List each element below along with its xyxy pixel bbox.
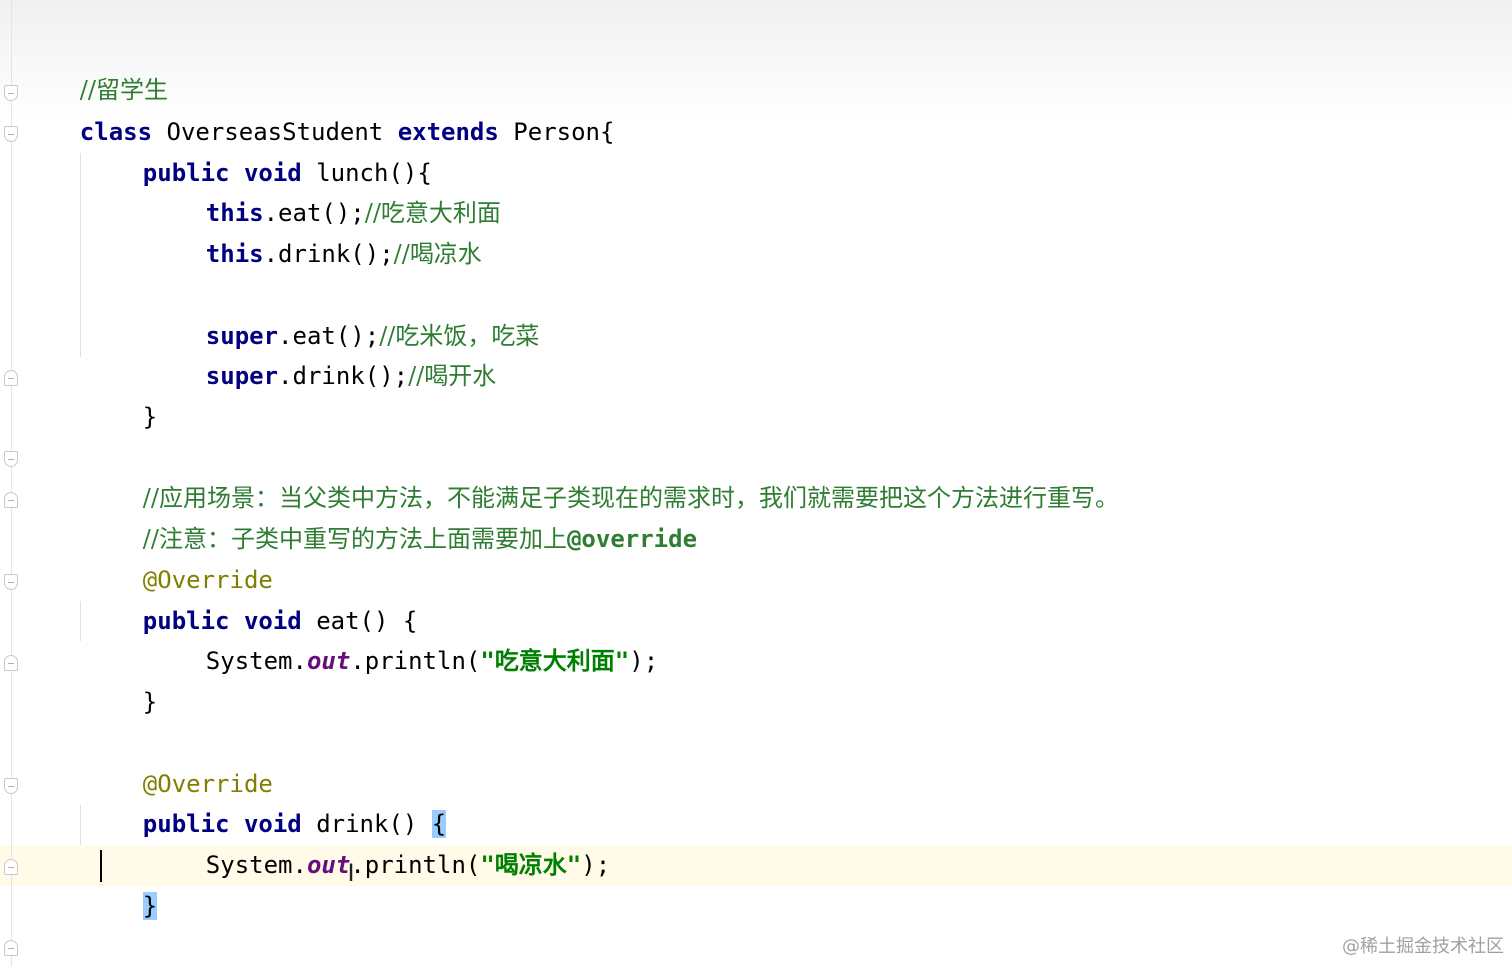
code-line-13: System.out.println("吃意大利面"); <box>148 601 658 675</box>
matched-brace: } <box>142 892 158 920</box>
fold-end-lunch-icon[interactable] <box>4 370 18 386</box>
code-text: .println( <box>350 647 481 675</box>
code-line-12: public void eat() { <box>85 561 418 635</box>
watermark: @稀土掘金技术社区 <box>1342 936 1504 957</box>
code-line-4: this.eat();//吃意大利面 <box>148 153 501 227</box>
comment: //喝开水 <box>408 362 497 390</box>
code-line-1: //留学生 <box>22 30 168 104</box>
fold-end-drink-icon[interactable] <box>4 859 18 875</box>
keyword: super <box>205 362 279 390</box>
gutter-divider <box>11 0 12 966</box>
string-literal: "吃意大利面" <box>480 647 630 675</box>
code-editor[interactable]: //留学生 class OverseasStudent extends Pers… <box>0 0 1512 966</box>
comment: //喝凉水 <box>393 240 482 268</box>
ibeam-cursor-icon: I <box>347 859 355 887</box>
code-line-3: public void lunch(){ <box>85 113 432 187</box>
text-caret <box>100 850 102 882</box>
code-text: .println( <box>350 851 481 879</box>
code-line-19: } <box>22 927 94 966</box>
code-text: ); <box>581 851 611 879</box>
code-text: System. <box>205 851 307 879</box>
code-line-8: } <box>85 357 157 431</box>
code-line-7: super.drink();//喝开水 <box>148 316 496 390</box>
fold-eat-icon[interactable] <box>4 574 18 590</box>
static-field: out <box>306 647 351 675</box>
code-line-15: @Override <box>85 724 273 798</box>
code-line-10: //注意：子类中重写的方法上面需要加上@override <box>85 479 697 553</box>
fold-comment-icon[interactable] <box>4 451 18 467</box>
code-line-6: super.eat();//吃米饭，吃菜 <box>148 276 540 350</box>
code-line-9: //应用场景：当父类中方法，不能满足子类现在的需求时，我们就需要把这个方法进行重… <box>85 438 1119 512</box>
fold-class-icon[interactable] <box>4 85 18 101</box>
fold-end-class-icon[interactable] <box>4 940 18 956</box>
code-text: System. <box>205 647 307 675</box>
indent-guide <box>80 153 81 357</box>
indent-guide <box>80 601 81 641</box>
keyword: this <box>205 240 264 268</box>
code-text: Person{ <box>498 118 615 146</box>
comment-code: @override <box>566 525 698 553</box>
editor-gutter <box>0 0 22 966</box>
fold-lunch-icon[interactable] <box>4 126 18 142</box>
code-line-2: class OverseasStudent extends Person{ <box>22 72 615 146</box>
code-line-16: public void drink() { <box>85 764 447 838</box>
code-text: } <box>142 688 158 716</box>
code-text: } <box>142 403 158 431</box>
string-literal: "喝凉水" <box>480 851 582 879</box>
code-line-5: this.drink();//喝凉水 <box>148 194 482 268</box>
code-line-17: System.out.println("喝凉水"); <box>148 805 610 879</box>
fold-end-comment-icon[interactable] <box>4 492 18 508</box>
code-line-14: } <box>85 642 157 716</box>
fold-drink-icon[interactable] <box>4 778 18 794</box>
fold-end-eat-icon[interactable] <box>4 655 18 671</box>
code-text: ); <box>629 647 659 675</box>
code-line-18: } <box>85 846 158 920</box>
indent-guide <box>80 805 81 845</box>
code-text: .drink(); <box>263 240 394 268</box>
code-line-11: @Override <box>85 520 273 594</box>
code-text: .drink(); <box>278 362 409 390</box>
